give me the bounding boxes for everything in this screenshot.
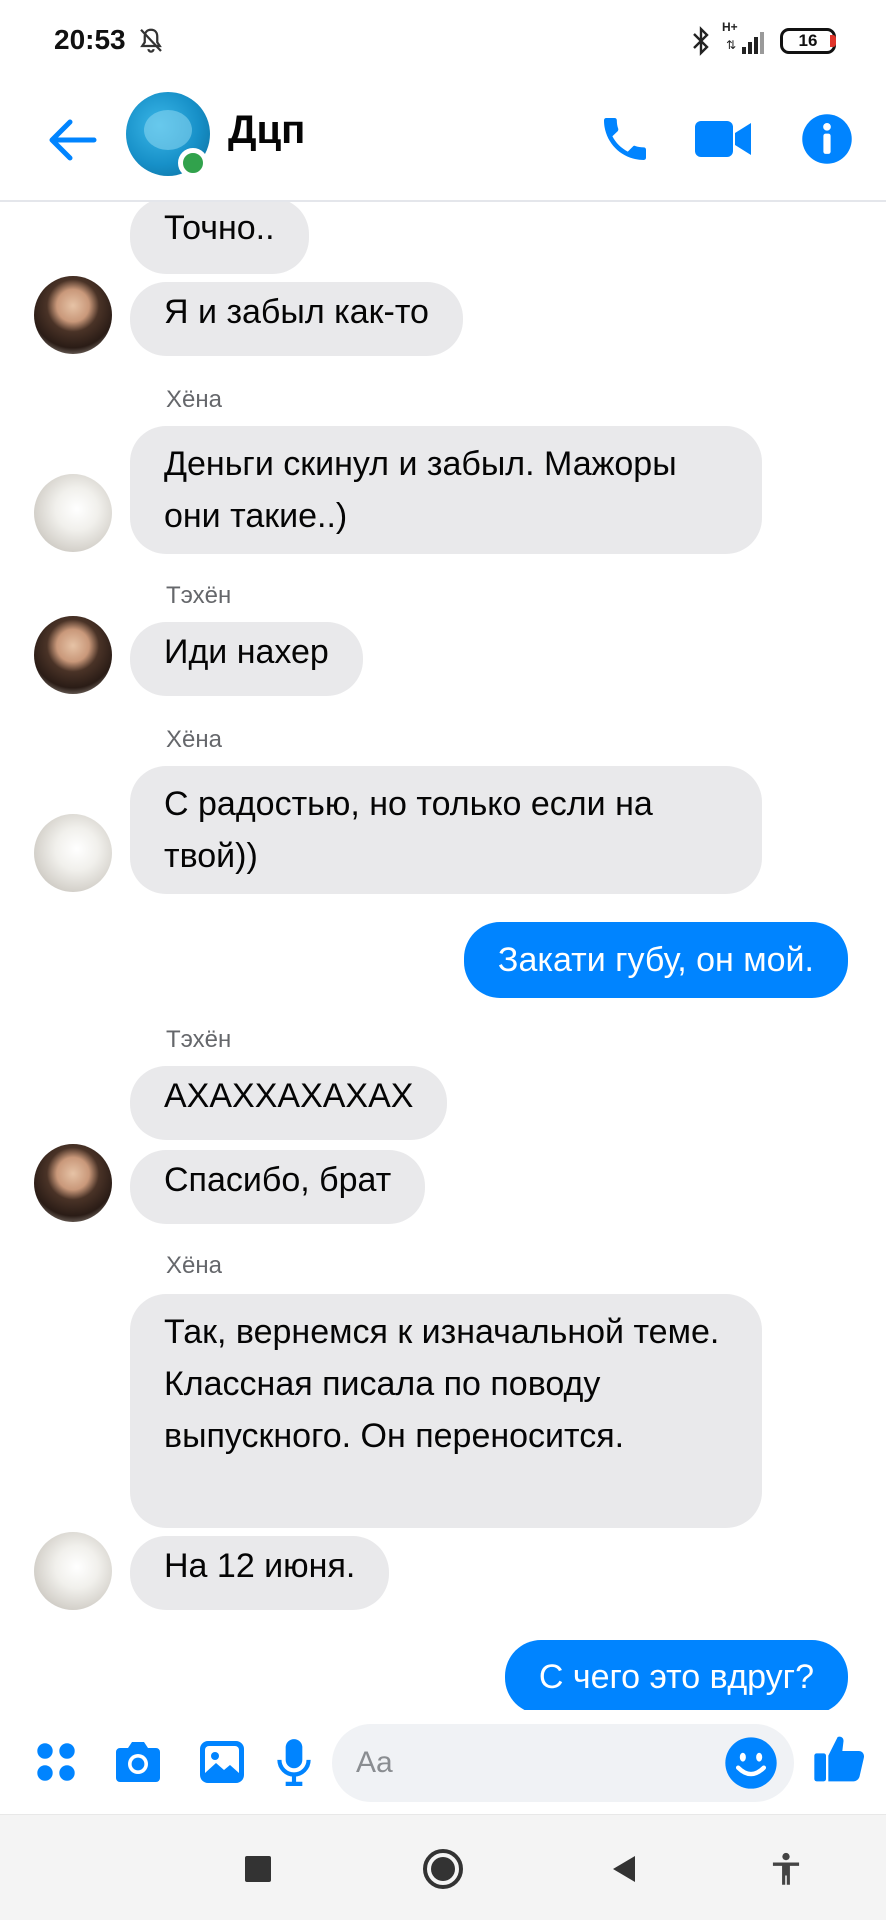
sender-avatar-taehyung[interactable] <box>34 1144 112 1222</box>
emoji-button[interactable] <box>722 1734 780 1792</box>
online-status-dot <box>178 148 208 178</box>
square-icon <box>245 1856 271 1882</box>
status-time: 20:53 <box>54 24 126 55</box>
bluetooth-icon <box>693 26 709 56</box>
message-list[interactable]: Точно.. Я и забыл как-то Хёна Деньги ски… <box>0 202 886 1710</box>
camera-icon <box>116 1742 160 1782</box>
battery-indicator: 16 <box>780 28 836 54</box>
accessibility-button[interactable] <box>756 1839 816 1899</box>
like-button[interactable] <box>808 1726 872 1790</box>
chat-header: Дцп <box>0 80 886 202</box>
message-bubble[interactable]: Я и забыл как-то <box>130 282 463 356</box>
system-navigation-bar <box>0 1814 886 1920</box>
message-bubble[interactable]: АХАХХАХАХАХ <box>130 1066 448 1140</box>
sender-avatar-hyena[interactable] <box>34 474 112 552</box>
back-nav-button[interactable] <box>594 1839 654 1899</box>
status-bar: 20:53 H+ ⇅ 16 <box>0 0 886 80</box>
phone-icon <box>604 118 646 160</box>
info-icon <box>802 114 852 164</box>
voice-call-button[interactable] <box>590 104 660 174</box>
message-composer <box>0 1710 886 1814</box>
network-type: H+ <box>722 20 738 34</box>
back-arrow-icon <box>49 119 97 161</box>
status-indicators: H+ ⇅ 16 <box>690 20 836 58</box>
message-bubble[interactable]: Иди нахер <box>130 622 363 696</box>
signal-icon: H+ ⇅ <box>722 20 770 56</box>
accessibility-icon <box>772 1852 800 1885</box>
home-circle-icon <box>423 1849 463 1889</box>
triangle-back-icon <box>613 1856 635 1882</box>
gallery-button[interactable] <box>190 1730 254 1794</box>
image-icon <box>200 1741 244 1783</box>
voice-message-button[interactable] <box>262 1730 326 1794</box>
message-input-wrapper <box>332 1724 794 1802</box>
home-button[interactable] <box>413 1839 473 1899</box>
sender-name: Хёна <box>166 726 222 753</box>
back-button[interactable] <box>40 108 104 172</box>
message-input[interactable] <box>356 1724 716 1802</box>
camera-button[interactable] <box>106 1730 170 1794</box>
bell-muted-icon <box>140 28 162 53</box>
message-bubble[interactable]: С радостью, но только если на твой)) <box>130 766 762 894</box>
sender-avatar-taehyung[interactable] <box>34 616 112 694</box>
sender-avatar-taehyung[interactable] <box>34 276 112 354</box>
message-bubble[interactable]: Деньги скинул и забыл. Мажоры они такие.… <box>130 426 762 554</box>
video-call-button[interactable] <box>688 104 758 174</box>
smiley-icon <box>725 1737 777 1789</box>
thumbs-up-icon <box>814 1736 865 1782</box>
recents-button[interactable] <box>228 1839 288 1899</box>
more-actions-button[interactable] <box>24 1730 88 1794</box>
four-dots-icon <box>37 1743 75 1781</box>
message-bubble[interactable]: Спасибо, брат <box>130 1150 426 1224</box>
sender-name: Тэхён <box>166 1026 232 1053</box>
outgoing-message-bubble[interactable]: С чего это вдруг? <box>504 1640 848 1710</box>
message-bubble[interactable]: Точно.. <box>130 202 309 274</box>
chat-title[interactable]: Дцп <box>228 108 305 153</box>
sender-name: Тэхён <box>166 582 232 609</box>
sender-name: Хёна <box>166 386 222 413</box>
sender-name: Хёна <box>166 1252 222 1279</box>
video-camera-icon <box>695 121 751 157</box>
outgoing-message-bubble[interactable]: Закати губу, он мой. <box>463 922 848 998</box>
message-bubble[interactable]: Так, вернемся к изначальной теме. Классн… <box>130 1294 762 1528</box>
message-bubble[interactable]: На 12 июня. <box>130 1536 390 1610</box>
microphone-icon <box>277 1739 311 1786</box>
sender-avatar-hyena[interactable] <box>34 814 112 892</box>
info-button[interactable] <box>792 104 862 174</box>
sender-avatar-hyena[interactable] <box>34 1532 112 1610</box>
battery-level: 16 <box>798 31 818 50</box>
